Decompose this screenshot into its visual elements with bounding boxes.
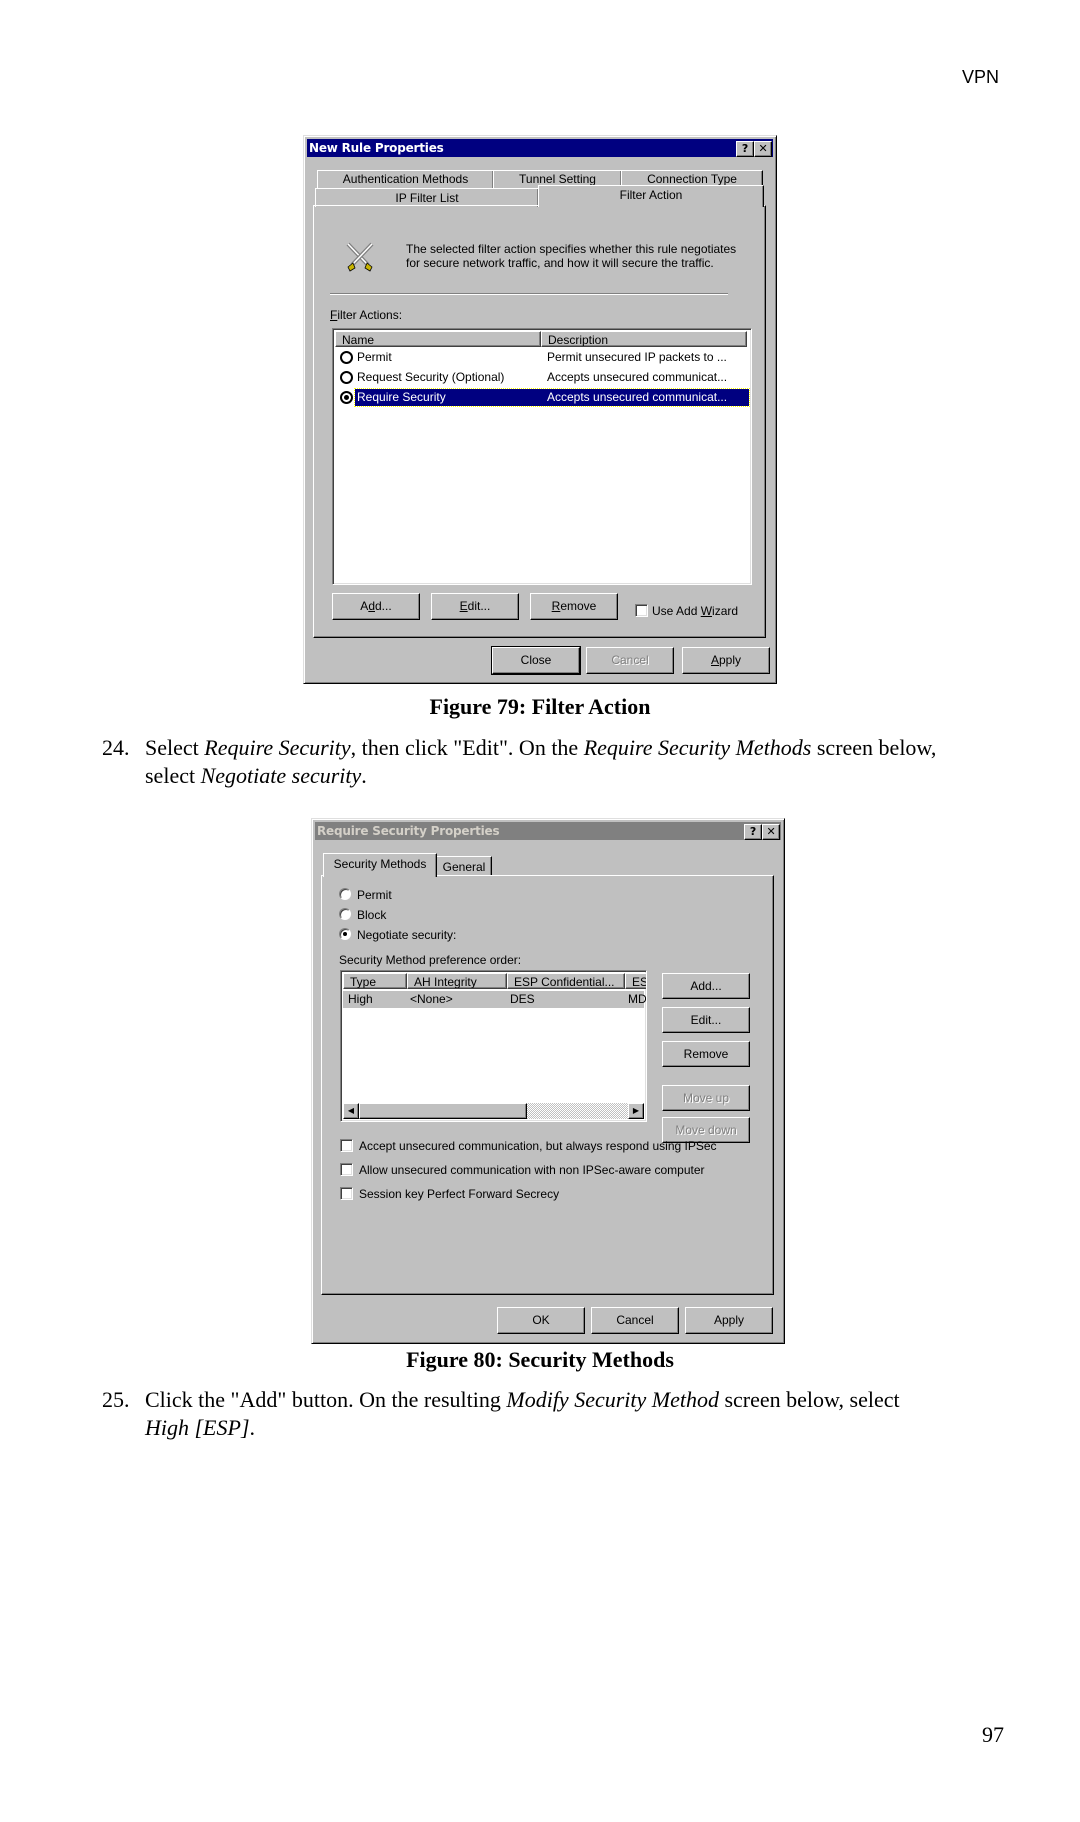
column-header-ah-integrity[interactable]: AH Integrity [407,973,507,989]
tab-security-methods[interactable]: Security Methods [323,853,437,877]
tab-general[interactable]: General [436,856,492,875]
step-text: Select Require Security, then click "Edi… [145,735,937,788]
permit-radio-label: Permit [357,888,392,902]
security-method-order-label: Security Method preference order: [339,953,522,967]
filter-action-name: Request Security (Optional) [357,370,505,384]
horizontal-scrollbar[interactable]: ◀ ▶ [343,1103,644,1119]
separator [330,293,728,295]
column-header-esp-confidentiality[interactable]: ESP Confidential... [507,973,625,989]
new-rule-properties-dialog: New Rule Properties ? ✕ Authentication M… [303,135,777,684]
list-item[interactable]: Request Security (Optional) Accepts unse… [335,369,749,386]
list-item[interactable]: Permit Permit unsecured IP packets to ..… [335,349,749,366]
edit-method-button[interactable]: Edit... [662,1007,750,1033]
pfs-checkbox[interactable] [340,1187,353,1200]
step-24: 24. Select Require Security, then click … [102,734,1002,790]
radio-selected-icon [340,391,353,404]
dialog-titlebar[interactable]: New Rule Properties ? ✕ [307,139,773,157]
filter-action-name: Require Security [357,390,446,404]
cancel-button: Cancel [586,647,674,674]
apply-button[interactable]: Apply [685,1307,773,1334]
dialog-title: Require Security Properties [317,824,500,838]
step-25: 25. Click the "Add" button. On the resul… [102,1386,1002,1442]
add-method-button[interactable]: Add... [662,973,750,999]
figure-79-caption: Figure 79: Filter Action [429,694,651,719]
apply-button[interactable]: Apply [682,647,770,674]
permit-radio[interactable] [339,888,351,900]
list-item-selected[interactable]: Require Security Accepts unsecured commu… [335,388,750,407]
scrollbar-thumb[interactable] [359,1103,527,1119]
pfs-label: Session key Perfect Forward Secrecy [359,1187,560,1201]
radio-empty-icon [340,351,353,364]
column-header-description[interactable]: Description [541,331,747,347]
move-up-button: Move up [662,1085,750,1111]
column-header-esp-integrity[interactable]: ES [625,973,646,989]
step-text: Click the "Add" button. On the resulting… [145,1387,900,1440]
filter-actions-list[interactable]: Name Description Permit Permit unsecured… [332,328,752,585]
use-add-wizard-label: Use Add Wizard [652,604,739,618]
method-type: High [348,992,373,1006]
step-number: 25. [102,1387,130,1412]
close-icon[interactable]: ✕ [762,824,780,840]
remove-button[interactable]: Remove [530,593,618,620]
filter-action-description: Permit unsecured IP packets to ... [547,350,727,364]
filter-action-description: Accepts unsecured communicat... [547,390,728,404]
column-header-name[interactable]: Name [335,331,541,347]
dialog-titlebar[interactable]: Require Security Properties ? ✕ [315,822,781,840]
remove-method-button[interactable]: Remove [662,1041,750,1067]
tab-filter-action[interactable]: Filter Action [538,185,764,207]
allow-unsecured-label: Allow unsecured communication with non I… [359,1163,705,1177]
close-icon[interactable]: ✕ [754,141,772,157]
list-item[interactable]: High <None> DES MD [343,991,647,1008]
filter-actions-label: Filter Actions: [330,308,403,322]
filter-action-description: Accepts unsecured communicat... [547,370,728,384]
cancel-button[interactable]: Cancel [591,1307,679,1334]
scroll-right-icon[interactable]: ▶ [628,1103,644,1119]
radio-empty-icon [340,371,353,384]
block-radio[interactable] [339,908,351,920]
figure-80-caption: Figure 80: Security Methods [406,1347,674,1372]
edit-button[interactable]: Edit... [431,593,519,620]
dialog-title: New Rule Properties [309,141,444,155]
column-header-type[interactable]: Type [343,973,407,989]
filter-action-name: Permit [357,350,392,364]
ok-button[interactable]: OK [497,1307,585,1334]
help-icon[interactable]: ? [744,824,762,840]
scroll-left-icon[interactable]: ◀ [343,1103,359,1119]
negotiate-security-radio[interactable] [339,928,351,940]
method-esp-confidentiality: DES [510,992,535,1006]
description-line-2: for secure network traffic, and how it w… [406,256,714,270]
page-number: 97 [982,1722,1004,1747]
block-radio-label: Block [357,908,387,922]
allow-unsecured-checkbox[interactable] [340,1163,353,1176]
crossed-swords-icon [346,242,374,272]
step-number: 24. [102,735,130,760]
help-icon[interactable]: ? [736,141,754,157]
security-methods-list[interactable]: Type AH Integrity ESP Confidential... ES… [340,970,647,1122]
method-esp-integrity: MD [628,992,647,1006]
running-header: VPN [962,67,1000,87]
accept-unsecured-checkbox[interactable] [340,1139,353,1152]
method-ah-integrity: <None> [410,992,453,1006]
add-button[interactable]: Add... [332,593,420,620]
tab-authentication-methods[interactable]: Authentication Methods [317,170,494,189]
description-line-1: The selected filter action specifies whe… [406,242,737,256]
use-add-wizard-checkbox[interactable] [635,604,648,617]
close-button[interactable]: Close [491,646,581,675]
require-security-properties-dialog: Require Security Properties ? ✕ Security… [311,818,785,1344]
accept-unsecured-label: Accept unsecured communication, but alwa… [359,1139,717,1153]
negotiate-security-radio-label: Negotiate security: [357,928,457,942]
